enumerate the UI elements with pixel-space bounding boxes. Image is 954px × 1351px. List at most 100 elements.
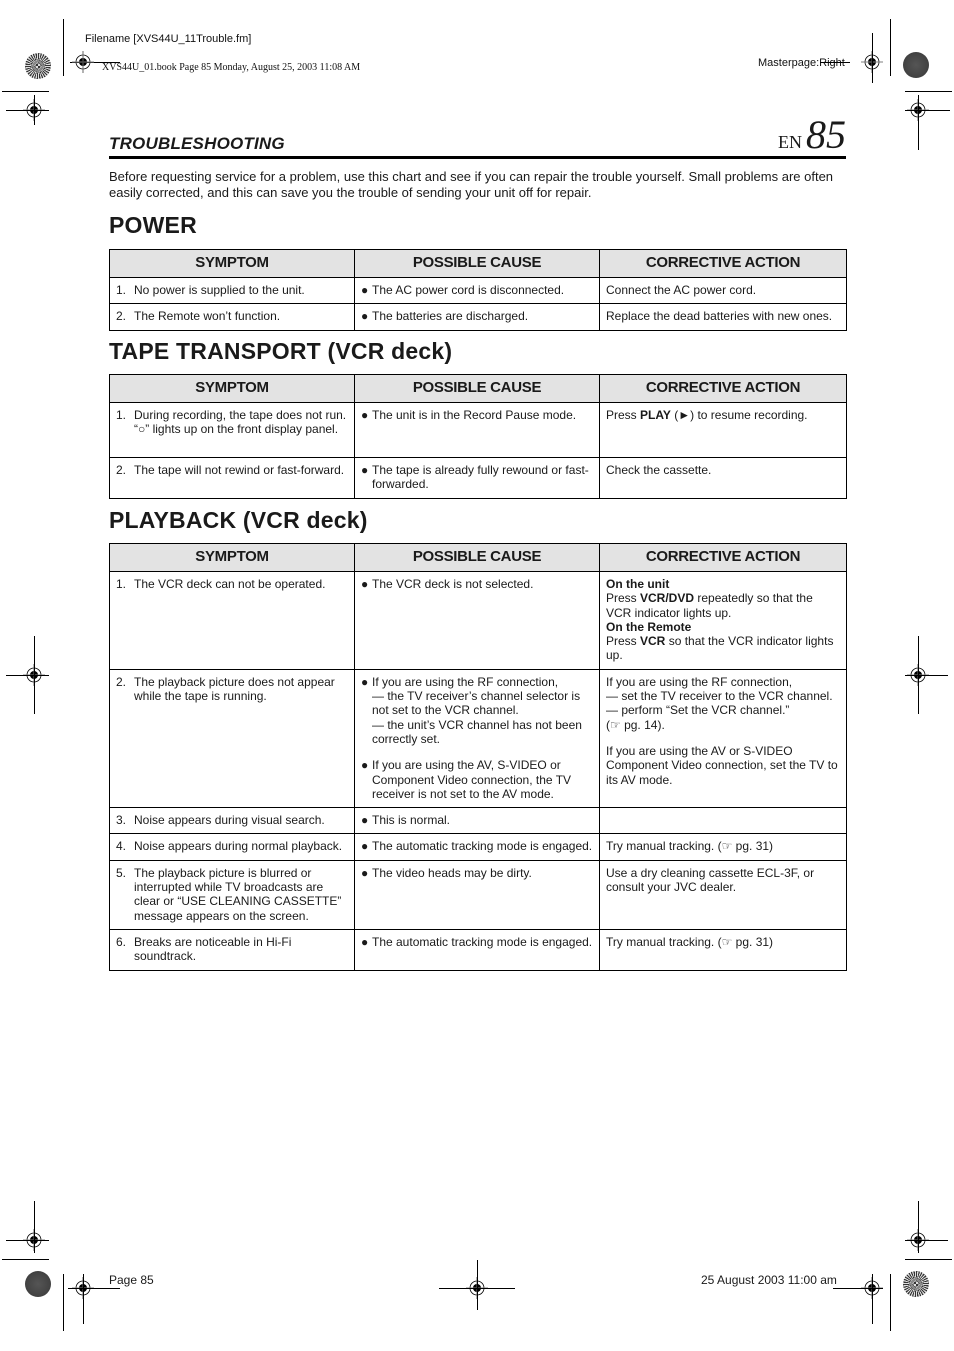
row-number: 2. [116, 463, 127, 477]
action-text: Use a dry cleaning cassette ECL-3F, or c… [599, 859, 847, 930]
crop-mark [890, 19, 891, 76]
action-text-part: (►) to resume recording. [670, 408, 808, 422]
action-text: If you are using the RF connection, — se… [599, 668, 847, 809]
page-number-block: EN 85 [778, 111, 846, 158]
bullet-icon: ● [361, 934, 369, 949]
crop-mark [63, 1274, 64, 1331]
crop-mark [68, 1288, 120, 1289]
crop-mark [872, 33, 873, 83]
row-number: 1. [116, 283, 127, 297]
power-table: SYMPTOM POSSIBLE CAUSE CORRECTIVE ACTION… [109, 249, 847, 331]
section-title: TROUBLESHOOTING [109, 134, 285, 153]
action-text: Press PLAY (►) to resume recording. [599, 402, 847, 458]
symptom-text-part: ” lights up on the front display panel. [145, 422, 339, 437]
crop-mark [2, 91, 49, 92]
action-text: Replace the dead batteries with new ones… [599, 303, 847, 331]
cause-av: ● If you are using the AV, S-VIDEO or Co… [361, 758, 593, 801]
action-text: On the unit Press VCR/DVD repeatedly so … [599, 571, 847, 670]
cause-text: If you are using the AV, S-VIDEO or Comp… [372, 758, 572, 801]
crop-mark [6, 675, 49, 676]
page-reference-link[interactable]: (☞ pg. 14). [606, 718, 840, 732]
crop-mark [2, 1259, 49, 1260]
cause-text: — the unit’s VCR channel has not been co… [372, 717, 582, 746]
table-header-row: SYMPTOM POSSIBLE CAUSE CORRECTIVE ACTION [109, 543, 847, 572]
action-rf: If you are using the RF connection, [606, 674, 793, 689]
symptom-text: Breaks are noticeable in Hi-Fi soundtrac… [134, 934, 292, 964]
action-text-part: Press [606, 634, 641, 649]
on-the-remote-heading: On the Remote [606, 619, 692, 634]
crop-mark [6, 110, 49, 111]
color-bar-disc-top-right [903, 52, 929, 78]
vcr-dvd-button-label: VCR/DVD [640, 591, 695, 606]
color-bar-disc-bottom-left [25, 1271, 51, 1297]
col-action: CORRECTIVE ACTION [599, 543, 847, 572]
cause-text: The video heads may be dirty. [372, 865, 532, 880]
cause-text: — the TV receiver’s channel selector is … [372, 689, 581, 718]
heading-playback: PLAYBACK (VCR deck) [109, 507, 368, 533]
table-row: 2. The tape will not rewind or fast-forwa… [109, 457, 847, 499]
row-number: 3. [116, 813, 127, 828]
crop-mark [905, 110, 950, 111]
row-number: 4. [116, 839, 127, 854]
symptom-text: No power is supplied to the unit. [134, 283, 305, 297]
symptom-text: Noise appears during visual search. [134, 813, 325, 828]
action-rf-step: — perform “Set the VCR channel.” [606, 703, 790, 718]
crop-mark [872, 1274, 873, 1324]
cause-text: If you are using the RF connection, [372, 674, 559, 689]
crop-mark [833, 1288, 883, 1289]
registration-mark-icon [72, 51, 94, 73]
heading-tape-transport: TAPE TRANSPORT (VCR deck) [109, 338, 453, 364]
action-text: Check the cassette. [599, 457, 847, 499]
action-rf-step: — set the TV receiver to the VCR channel… [606, 689, 833, 704]
page-number: 85 [806, 112, 846, 157]
action-text-part: Press [606, 408, 641, 422]
cause-text: The VCR deck is not selected. [372, 577, 534, 591]
table-row: 2. The Remote won’t function. ● The batter… [109, 303, 847, 331]
on-the-remote-text: Press VCR so that the VCR indicator ligh… [606, 634, 840, 663]
cause-text: The AC power cord is disconnected. [372, 283, 565, 297]
bullet-icon: ● [361, 674, 369, 689]
cause-text: The unit is in the Record Pause mode. [372, 408, 577, 422]
footer-page: Page 85 [109, 1273, 154, 1287]
bullet-icon: ● [361, 865, 369, 880]
cause-text: The automatic tracking mode is engaged. [372, 839, 593, 854]
action-text: Connect the AC power cord. [599, 276, 847, 305]
color-bar-disc-top-left [25, 53, 51, 79]
crop-mark [890, 1274, 891, 1331]
on-the-unit-text: Press VCR/DVD repeatedly so that the VCR… [606, 591, 840, 620]
table-row: 2. The playback picture does not appear w… [109, 668, 847, 809]
action-av: If you are using the AV or S-VIDEO Compo… [606, 743, 838, 787]
color-bar-disc-bottom-right [903, 1271, 929, 1297]
row-number: 1. [116, 408, 127, 422]
page-header: TROUBLESHOOTING EN 85 [109, 112, 846, 159]
row-number: 2. [116, 309, 127, 324]
row-number: 6. [116, 934, 127, 949]
crop-mark [918, 1201, 919, 1253]
crop-mark [905, 1240, 948, 1241]
symptom-text: The VCR deck can not be operated. [134, 577, 326, 591]
crop-mark [34, 1201, 35, 1253]
cause-text: The automatic tracking mode is engaged. [372, 934, 593, 949]
symptom-text: The tape will not rewind or fast-forward… [134, 463, 345, 477]
crop-mark [905, 91, 952, 92]
table-row: 6. Breaks are noticeable in Hi-Fi soundtr… [109, 928, 847, 971]
crop-mark [820, 62, 850, 63]
vcr-button-label: VCR [640, 634, 666, 649]
bullet-icon: ● [361, 463, 369, 477]
symptom-text: The playback picture does not appear whi… [134, 674, 335, 704]
slug-filename: Filename [XVS44U_11Trouble.fm] [85, 33, 252, 45]
crop-mark [905, 1259, 952, 1260]
crop-mark [6, 1240, 49, 1241]
col-action: CORRECTIVE ACTION [599, 374, 847, 403]
row-number: 5. [116, 865, 127, 880]
bullet-icon: ● [361, 758, 369, 773]
symptom-text: The playback picture is blurred or inter… [134, 865, 342, 923]
table-row: 1. No power is supplied to the unit. ● The… [109, 276, 847, 305]
bullet-icon: ● [361, 839, 369, 854]
cause-text: This is normal. [372, 813, 451, 828]
table-row: 4. Noise appears during normal playback. … [109, 833, 847, 861]
slug-book-info: XVS44U_01.book Page 85 Monday, August 25… [102, 62, 361, 73]
action-text: Try manual tracking. (☞ pg. 31) [599, 833, 847, 861]
tape-transport-table: SYMPTOM POSSIBLE CAUSE CORRECTIVE ACTION… [109, 374, 847, 499]
intro-paragraph: Before requesting service for a problem,… [109, 169, 834, 200]
